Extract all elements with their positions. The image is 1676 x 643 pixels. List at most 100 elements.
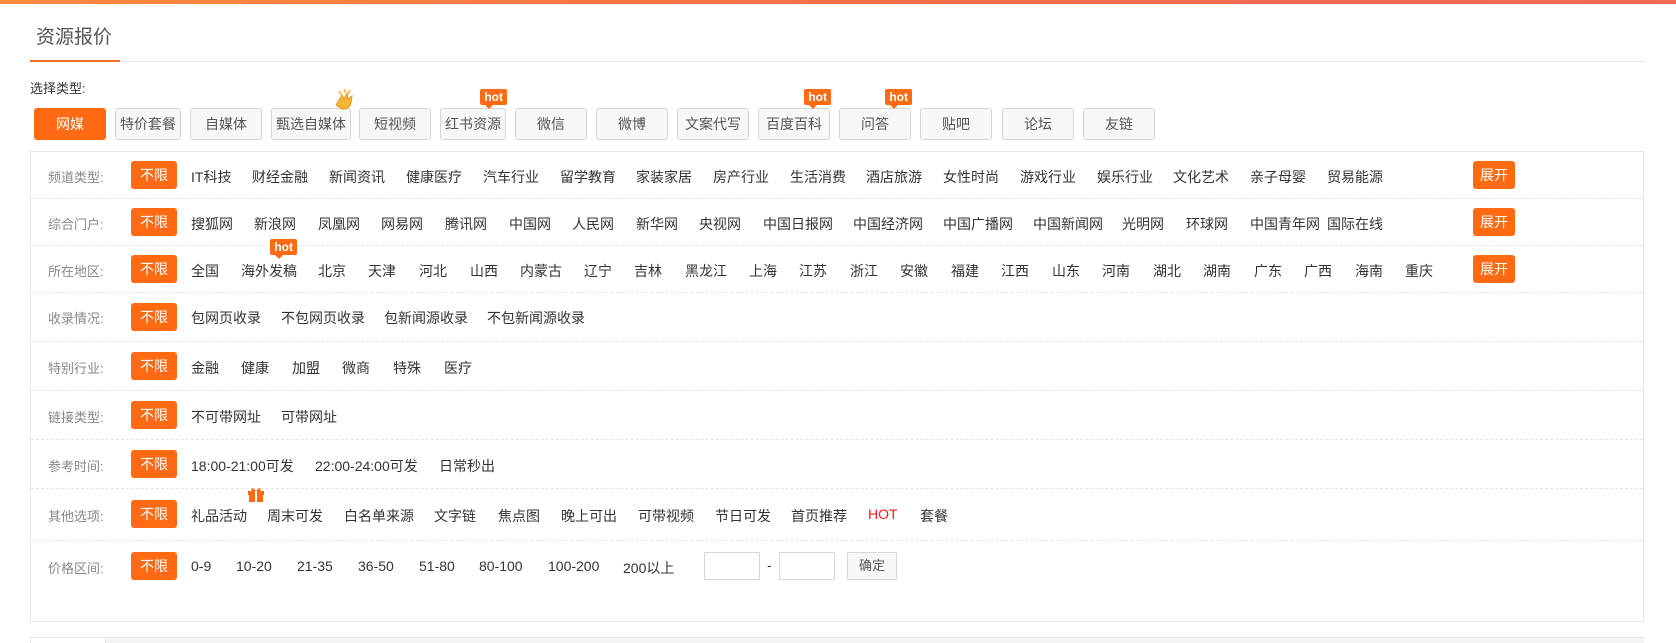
filter-option[interactable]: 海南 bbox=[1355, 261, 1383, 281]
unlimited-button[interactable]: 不限 bbox=[131, 161, 177, 189]
type-btn-wenan[interactable]: 文案代写 bbox=[677, 108, 749, 140]
filter-option[interactable]: 套餐 bbox=[920, 506, 948, 526]
filter-option[interactable]: 黑龙江 bbox=[685, 261, 727, 281]
type-btn-luntan[interactable]: 论坛 bbox=[1002, 108, 1074, 140]
filter-option[interactable]: 网易网 bbox=[381, 214, 423, 234]
type-btn-youlian[interactable]: 友链 bbox=[1083, 108, 1155, 140]
filter-option[interactable]: 凤凰网 bbox=[318, 214, 360, 234]
filter-option[interactable]: 不包网页收录 bbox=[281, 308, 365, 328]
filter-option[interactable]: 日常秒出 bbox=[439, 456, 495, 476]
filter-option[interactable]: 特殊 bbox=[393, 358, 421, 378]
filter-option[interactable]: 微商 bbox=[342, 358, 370, 378]
filter-option[interactable]: 山西 bbox=[470, 261, 498, 281]
type-btn-tejia[interactable]: 特价套餐 bbox=[115, 108, 181, 140]
price-max-input[interactable] bbox=[779, 552, 835, 580]
filter-option[interactable]: 福建 bbox=[951, 261, 979, 281]
filter-option[interactable]: 18:00-21:00可发 bbox=[191, 456, 294, 476]
filter-option[interactable]: 包新闻源收录 bbox=[384, 308, 468, 328]
filter-option[interactable]: 天津 bbox=[368, 261, 396, 281]
filter-option[interactable]: 江西 bbox=[1001, 261, 1029, 281]
bottom-tab[interactable] bbox=[30, 637, 106, 643]
filter-option[interactable]: 央视网 bbox=[699, 214, 741, 234]
unlimited-button[interactable]: 不限 bbox=[131, 255, 177, 283]
filter-option[interactable]: 100-200 bbox=[548, 558, 599, 574]
filter-option[interactable]: 浙江 bbox=[850, 261, 878, 281]
filter-option[interactable]: 河北 bbox=[419, 261, 447, 281]
filter-option[interactable]: 51-80 bbox=[419, 558, 455, 574]
filter-option[interactable]: 湖北 bbox=[1153, 261, 1181, 281]
filter-option-hot[interactable]: HOT bbox=[868, 506, 898, 522]
filter-option[interactable]: 留学教育 bbox=[560, 167, 616, 187]
filter-option[interactable]: 人民网 bbox=[572, 214, 614, 234]
unlimited-button[interactable]: 不限 bbox=[131, 401, 177, 429]
filter-option[interactable]: 加盟 bbox=[292, 358, 320, 378]
price-min-input[interactable] bbox=[704, 552, 760, 580]
type-btn-weibo[interactable]: 微博 bbox=[596, 108, 668, 140]
filter-option[interactable]: 中国网 bbox=[509, 214, 551, 234]
filter-option[interactable]: 环球网 bbox=[1186, 214, 1228, 234]
filter-option[interactable]: 80-100 bbox=[479, 558, 523, 574]
filter-option[interactable]: 医疗 bbox=[444, 358, 472, 378]
unlimited-button[interactable]: 不限 bbox=[131, 352, 177, 380]
filter-option[interactable]: 国际在线 bbox=[1327, 214, 1383, 234]
filter-option[interactable]: 金融 bbox=[191, 358, 219, 378]
filter-option[interactable]: 健康医疗 bbox=[406, 167, 462, 187]
filter-option[interactable]: 周末可发 bbox=[267, 506, 323, 526]
type-btn-baike[interactable]: 百度百科 hot bbox=[758, 89, 831, 140]
filter-option[interactable]: 广东 bbox=[1254, 261, 1282, 281]
type-btn-wangmei[interactable]: 网媒 bbox=[34, 108, 106, 140]
filter-option[interactable]: 文字链 bbox=[434, 506, 476, 526]
filter-option[interactable]: 财经金融 bbox=[252, 167, 308, 187]
filter-option[interactable]: 首页推荐 bbox=[791, 506, 847, 526]
filter-option[interactable]: 可带视频 bbox=[638, 506, 694, 526]
filter-option[interactable]: 房产行业 bbox=[713, 167, 769, 187]
filter-option[interactable]: 游戏行业 bbox=[1020, 167, 1076, 187]
unlimited-button[interactable]: 不限 bbox=[131, 208, 177, 236]
type-btn-zhenxuan[interactable]: 甄选自媒体 bbox=[271, 89, 353, 140]
type-btn-tieba[interactable]: 贴吧 bbox=[920, 108, 992, 140]
price-confirm-button[interactable]: 确定 bbox=[847, 552, 897, 580]
filter-option-overseas[interactable]: 海外发稿 hot bbox=[241, 239, 297, 281]
filter-option[interactable]: 健康 bbox=[241, 358, 269, 378]
unlimited-button[interactable]: 不限 bbox=[131, 500, 177, 528]
expand-button[interactable]: 展开 bbox=[1473, 255, 1515, 283]
type-btn-duanshipin[interactable]: 短视频 bbox=[359, 108, 431, 140]
expand-button[interactable]: 展开 bbox=[1473, 208, 1515, 236]
filter-option[interactable]: 白名单来源 bbox=[344, 506, 414, 526]
filter-option[interactable]: 21-35 bbox=[297, 558, 333, 574]
filter-option[interactable]: 22:00-24:00可发 bbox=[315, 456, 418, 476]
unlimited-button[interactable]: 不限 bbox=[131, 450, 177, 478]
filter-option[interactable]: 中国新闻网 bbox=[1033, 214, 1103, 234]
filter-option[interactable]: 节日可发 bbox=[715, 506, 771, 526]
filter-option[interactable]: 全国 bbox=[191, 261, 219, 281]
filter-option[interactable]: 中国广播网 bbox=[943, 214, 1013, 234]
filter-option[interactable]: 湖南 bbox=[1203, 261, 1231, 281]
filter-option[interactable]: 新闻资讯 bbox=[329, 167, 385, 187]
filter-option[interactable]: 江苏 bbox=[799, 261, 827, 281]
expand-button[interactable]: 展开 bbox=[1473, 161, 1515, 189]
filter-option[interactable]: 汽车行业 bbox=[483, 167, 539, 187]
filter-option[interactable]: 贸易能源 bbox=[1327, 167, 1383, 187]
filter-option[interactable]: 安徽 bbox=[900, 261, 928, 281]
filter-option[interactable]: 酒店旅游 bbox=[866, 167, 922, 187]
filter-option[interactable]: 吉林 bbox=[634, 261, 662, 281]
filter-option[interactable]: 山东 bbox=[1052, 261, 1080, 281]
filter-option[interactable]: 内蒙古 bbox=[520, 261, 562, 281]
type-btn-hongshu[interactable]: 红书资源 hot bbox=[440, 89, 507, 140]
filter-option[interactable]: 文化艺术 bbox=[1173, 167, 1229, 187]
filter-option[interactable]: 光明网 bbox=[1122, 214, 1164, 234]
filter-option[interactable]: 10-20 bbox=[236, 558, 272, 574]
type-btn-weixin[interactable]: 微信 bbox=[515, 108, 587, 140]
filter-option[interactable]: 0-9 bbox=[191, 558, 211, 574]
filter-option[interactable]: 腾讯网 bbox=[445, 214, 487, 234]
filter-option[interactable]: 家装家居 bbox=[636, 167, 692, 187]
filter-option[interactable]: 北京 bbox=[318, 261, 346, 281]
filter-option[interactable]: 晚上可出 bbox=[561, 506, 617, 526]
filter-option[interactable]: 不可带网址 bbox=[191, 407, 261, 427]
type-btn-zimeiti[interactable]: 自媒体 bbox=[190, 108, 262, 140]
filter-option[interactable]: 亲子母婴 bbox=[1250, 167, 1306, 187]
filter-option[interactable]: 可带网址 bbox=[281, 407, 337, 427]
filter-option[interactable]: 36-50 bbox=[358, 558, 394, 574]
filter-option[interactable]: 生活消费 bbox=[790, 167, 846, 187]
filter-option[interactable]: 不包新闻源收录 bbox=[487, 308, 585, 328]
